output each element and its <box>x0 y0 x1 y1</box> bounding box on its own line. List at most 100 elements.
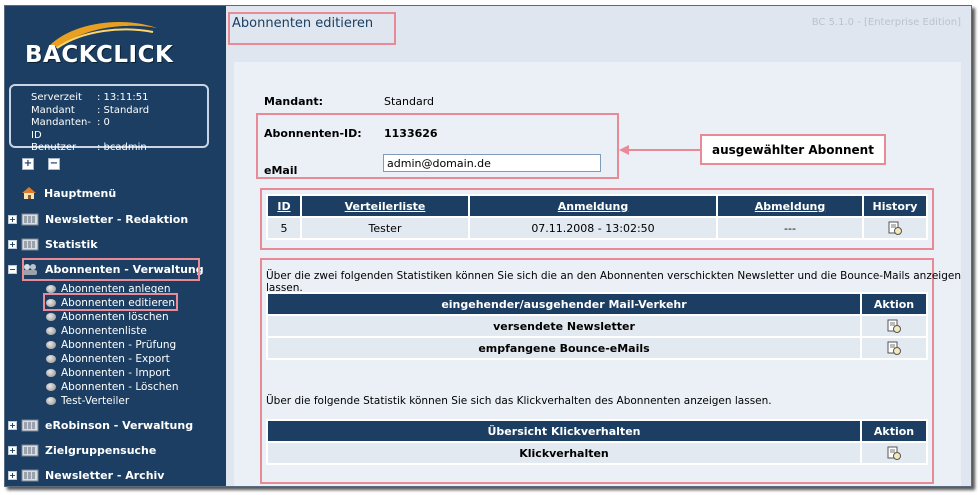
nav-statistik[interactable]: + Statistik <box>5 234 98 254</box>
nav-sub-item[interactable]: Test-Verteiler <box>46 394 129 408</box>
click-intro-text: Über die folgende Statistik können Sie s… <box>266 395 772 407</box>
nav-hauptmenu-label: Hauptmenü <box>44 186 117 200</box>
bullet-icon <box>46 327 56 335</box>
folder-icon <box>21 238 39 251</box>
expand-icon: + <box>8 420 17 430</box>
cell-klickverhalten: Klickverhalten <box>268 443 860 463</box>
table-row: 5 Tester 07.11.2008 - 13:02:50 --- <box>268 218 926 238</box>
nav-sub-item-label: Abonnenten - Prüfung <box>61 339 177 351</box>
column-header-verteilerliste[interactable]: Verteilerliste <box>302 196 468 216</box>
server-info-row: Serverzeit : 13:11:51 <box>31 92 207 105</box>
click-behavior-table: Übersicht Klickverhalten Aktion Klickver… <box>266 419 928 465</box>
nav-newsletter-archiv[interactable]: + Newsletter - Archiv <box>5 465 164 485</box>
expand-all-button[interactable]: + <box>22 158 34 170</box>
column-header-id[interactable]: ID <box>268 196 300 216</box>
home-icon <box>22 187 36 199</box>
nav-sub-item-label: Test-Verteiler <box>61 395 130 407</box>
column-header-history: History <box>864 196 926 216</box>
details-icon[interactable] <box>887 319 901 333</box>
cell-id: 5 <box>268 218 300 238</box>
version-label: BC 5.1.0 - [Enterprise Edition] <box>811 17 961 28</box>
cell-versendete-newsletter: versendete Newsletter <box>268 316 860 336</box>
backclick-logo: BACKCLICK <box>25 18 185 80</box>
server-info-box: Serverzeit : 13:11:51 Mandant : Standard M… <box>9 84 209 153</box>
expand-icon: + <box>8 239 17 249</box>
email-field[interactable] <box>383 154 601 172</box>
server-info-value: : 13:11:51 <box>97 92 149 103</box>
server-info-value: : bcadmin <box>97 142 147 153</box>
cell-verteilerliste: Tester <box>302 218 468 238</box>
bullet-icon <box>46 355 56 363</box>
folder-icon <box>21 419 39 432</box>
nav-sub-item[interactable]: Abonnentenliste <box>46 324 147 338</box>
nav-newsletter-archiv-label: Newsletter - Archiv <box>45 468 165 482</box>
column-header-klickverhalten: Übersicht Klickverhalten <box>268 421 860 441</box>
nav-sub-item[interactable]: Abonnenten löschen <box>46 310 169 324</box>
server-info-row: Mandanten-ID: 0 <box>31 117 207 142</box>
bullet-icon <box>46 383 56 391</box>
nav-sub-item[interactable]: Abonnenten - Prüfung <box>46 338 176 352</box>
nav-sub-item[interactable]: Abonnenten - Löschen <box>46 380 179 394</box>
table-header-row: Übersicht Klickverhalten Aktion <box>268 421 926 441</box>
abonnenten-id-value: 1133626 <box>384 127 438 140</box>
server-info-key: Serverzeit <box>31 92 82 103</box>
column-header-anmeldung[interactable]: Anmeldung <box>470 196 716 216</box>
nav-zielgruppensuche-label: Zielgruppensuche <box>45 443 157 457</box>
logo-text: BACKCLICK <box>25 42 174 68</box>
bullet-icon <box>46 285 56 293</box>
nav-erobinson[interactable]: + eRobinson - Verwaltung <box>5 415 193 435</box>
nav-newsletter-redaktion-label: Newsletter - Redaktion <box>45 212 189 226</box>
server-info-value: : Standard <box>97 104 150 116</box>
bullet-icon <box>46 397 56 405</box>
nav-sub-item-label: Abonnenten - Import <box>61 367 171 379</box>
highlight-frame <box>22 258 200 281</box>
folder-icon <box>21 469 39 482</box>
cell-empfangene-bounce-emails: empfangene Bounce-eMails <box>268 338 860 358</box>
nav-zielgruppensuche[interactable]: + Zielgruppensuche <box>5 440 156 460</box>
folder-icon <box>21 213 39 226</box>
column-header-mail-traffic: eingehender/ausgehender Mail-Verkehr <box>268 294 860 314</box>
nav-hauptmenu[interactable]: Hauptmenü <box>20 183 116 203</box>
nav-sub-item-label: Abonnenten löschen <box>61 311 169 323</box>
details-icon[interactable] <box>887 446 901 460</box>
nav-newsletter-redaktion[interactable]: + Newsletter - Redaktion <box>5 209 188 229</box>
email-label: eMail <box>264 164 298 177</box>
nav-sub-item-label: Abonnenten - Export <box>61 353 170 365</box>
app-window: BACKCLICK Serverzeit : 13:11:51 Mandant : … <box>4 5 972 487</box>
nav-erobinson-label: eRobinson - Verwaltung <box>45 418 194 432</box>
collapse-icon: − <box>8 264 17 274</box>
nav-sub-item-label: Abonnentenliste <box>61 325 147 337</box>
nav-sub-item-label: Abonnenten - Löschen <box>61 381 179 393</box>
collapse-all-button[interactable]: − <box>48 158 60 170</box>
highlight-frame <box>43 293 178 311</box>
nav-sub-item[interactable]: Abonnenten - Import <box>46 366 170 380</box>
bullet-icon <box>46 341 56 349</box>
column-header-abmeldung[interactable]: Abmeldung <box>718 196 862 216</box>
cell-action <box>862 443 926 463</box>
table-header-row: ID Verteilerliste Anmeldung Abmeldung Hi… <box>268 196 926 216</box>
mail-traffic-table: eingehender/ausgehender Mail-Verkehr Akt… <box>266 292 928 360</box>
expand-icon: + <box>8 470 17 480</box>
nav-sub-item[interactable]: Abonnenten - Export <box>46 352 170 366</box>
bullet-icon <box>46 313 56 321</box>
main-content: Abonnenten editieren BC 5.1.0 - [Enterpr… <box>226 6 971 486</box>
column-header-aktion: Aktion <box>862 421 926 441</box>
table-row: Klickverhalten <box>268 443 926 463</box>
abonnenten-id-label: Abonnenten-ID: <box>264 127 362 140</box>
bullet-icon <box>46 369 56 377</box>
nav-statistik-label: Statistik <box>45 237 98 251</box>
history-icon[interactable] <box>888 221 902 235</box>
server-info-value: : 0 <box>97 117 110 128</box>
table-row: empfangene Bounce-eMails <box>268 338 926 358</box>
column-header-aktion: Aktion <box>862 294 926 314</box>
details-icon[interactable] <box>887 341 901 355</box>
callout-arrow-icon <box>619 145 701 155</box>
server-info-key: Mandant <box>31 104 75 116</box>
cell-abmeldung: --- <box>718 218 862 238</box>
cell-anmeldung: 07.11.2008 - 13:02:50 <box>470 218 716 238</box>
cell-action <box>862 338 926 358</box>
highlight-frame <box>228 12 396 45</box>
mandant-label: Mandant: <box>264 95 323 108</box>
table-header-row: eingehender/ausgehender Mail-Verkehr Akt… <box>268 294 926 314</box>
stats-intro-text: Über die zwei folgenden Statistiken könn… <box>266 270 961 294</box>
